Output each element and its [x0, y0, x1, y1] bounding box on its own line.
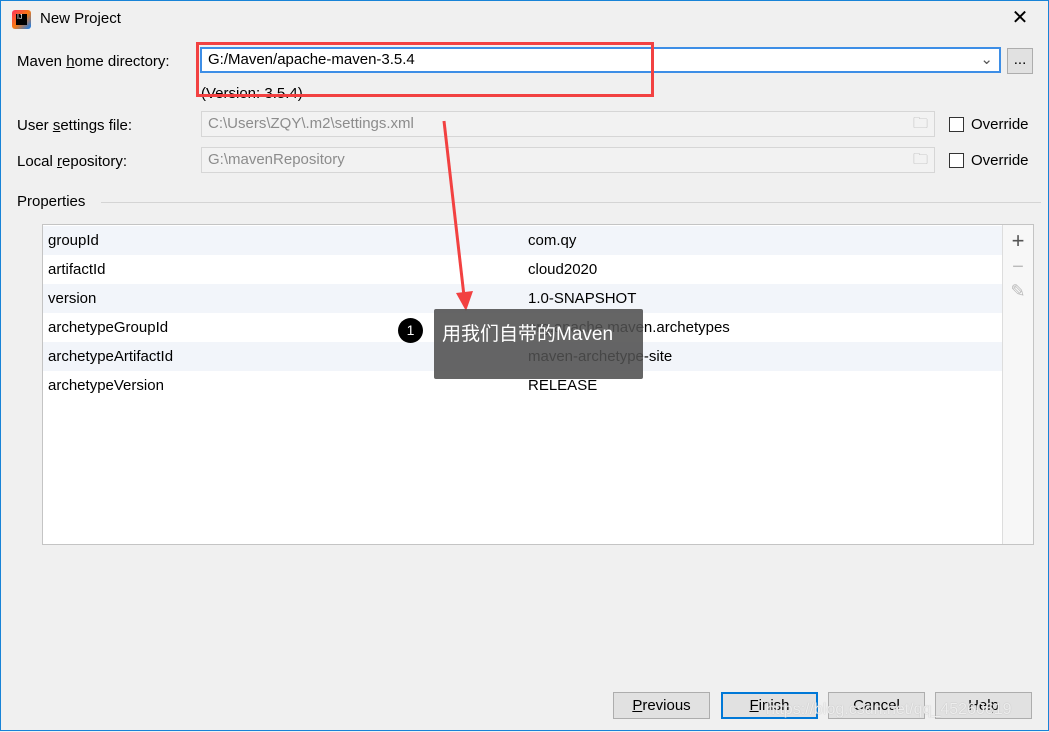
annotation-tooltip: 用我们自带的Maven — [434, 309, 643, 379]
annotation-number-badge: 1 — [398, 318, 423, 343]
watermark: https://blog.csdn.net/qq_45260619 — [766, 701, 1012, 718]
